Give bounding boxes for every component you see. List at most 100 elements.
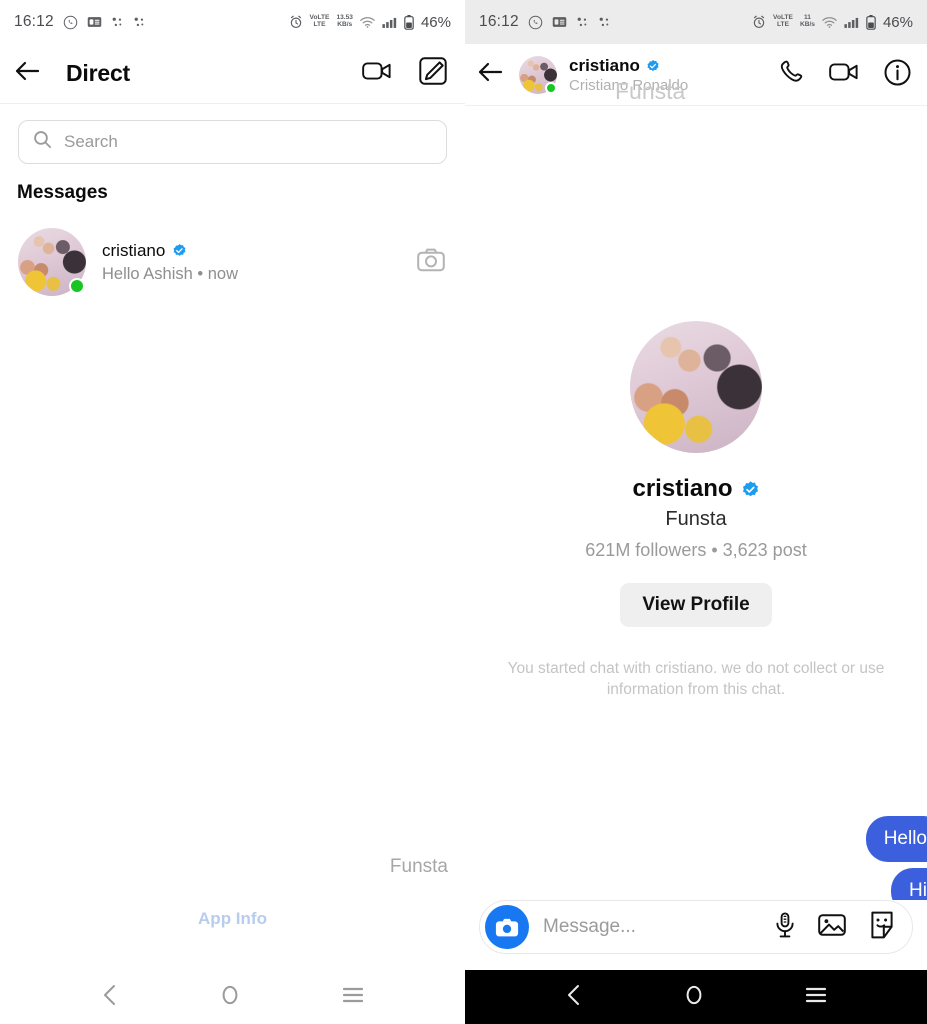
android-navigation-bar-right [465, 970, 927, 1024]
conversation-text: cristiano Hello Ashish • now [102, 241, 238, 284]
avatar[interactable] [630, 321, 762, 453]
image-gallery-icon[interactable] [818, 913, 846, 942]
nav-back-icon[interactable] [100, 983, 120, 1012]
microphone-icon[interactable] [774, 911, 796, 943]
composer-actions [774, 911, 896, 944]
online-status-dot [545, 81, 557, 94]
chat-thread-screen: 16:12 VoLTE LTE 11 KB/s 46% cristiano Cr… [465, 0, 927, 1024]
conversation-username: cristiano [102, 240, 166, 260]
search-container: Search [0, 104, 465, 164]
profile-username: cristiano [632, 475, 733, 502]
app-info-link[interactable]: App Info [0, 909, 465, 929]
nav-back-icon[interactable] [564, 983, 584, 1012]
battery-percent-label: 46% [882, 13, 913, 31]
search-placeholder: Search [64, 132, 118, 151]
conversation-snippet: Hello Ashish • now [102, 264, 239, 283]
phone-call-icon[interactable] [779, 59, 805, 90]
battery-percent-label: 46% [420, 13, 451, 31]
chat-header-name-row: cristiano [569, 56, 688, 76]
search-input[interactable]: Search [18, 120, 447, 164]
verified-badge-icon [742, 480, 758, 496]
back-arrow-icon [14, 60, 40, 87]
nav-home-icon[interactable] [683, 983, 705, 1012]
status-bar-left-group: 16:12 [14, 13, 146, 31]
signal-dots-icon [133, 16, 146, 29]
online-status-dot [69, 278, 85, 294]
chat-disclaimer: You started chat with cristiano. we do n… [507, 660, 885, 698]
network-speed-indicator: 13.53 KB/s [336, 14, 353, 28]
alarm-icon [289, 15, 303, 29]
sim-icon [87, 16, 102, 28]
volte-indicator: VoLTE LTE [309, 14, 330, 28]
profile-stats: 621M followers • 3,623 post [585, 540, 807, 560]
compose-pencil-icon[interactable] [419, 57, 447, 90]
status-bar-clock: 16:12 [479, 13, 519, 30]
message-composer[interactable]: Message... [479, 900, 913, 954]
verified-badge-icon [173, 244, 186, 256]
status-bar-right: 16:12 VoLTE LTE 11 KB/s 46% [465, 0, 927, 44]
message-bubble[interactable]: Hi [891, 868, 927, 900]
conversation-list: cristiano Hello Ashish • now [0, 204, 465, 304]
inbox-empty-area: Funsta App Info [0, 304, 465, 970]
chat-body: cristiano Funsta 621M followers • 3,623 … [465, 106, 927, 900]
android-navigation-bar-left [0, 970, 465, 1024]
chat-username: cristiano [569, 55, 640, 75]
camera-button-icon[interactable] [485, 905, 529, 949]
message-list: Hello Hi Hello Ashish [465, 816, 927, 900]
nav-home-icon[interactable] [219, 983, 241, 1012]
battery-icon [866, 14, 876, 30]
nav-recents-icon[interactable] [341, 985, 365, 1010]
message-row-outgoing: Hello [465, 816, 927, 862]
camera-icon[interactable] [417, 248, 445, 277]
profile-name-row: cristiano [632, 475, 759, 503]
avatar[interactable] [519, 55, 557, 94]
signal-dots-icon [598, 16, 611, 29]
message-input-placeholder[interactable]: Message... [543, 916, 636, 938]
video-camera-icon[interactable] [829, 60, 860, 89]
status-bar-left: 16:12 VoLTE LTE 13.53 KB/s 46% [0, 0, 465, 44]
nav-recents-icon[interactable] [804, 985, 828, 1010]
chat-profile-intro: cristiano Funsta 621M followers • 3,623 … [465, 321, 927, 701]
verified-badge-icon [647, 59, 659, 71]
video-camera-icon[interactable] [362, 59, 393, 88]
message-row-outgoing: Hi [465, 862, 927, 900]
whatsapp-icon [528, 15, 543, 30]
sticker-icon[interactable] [868, 911, 896, 944]
wifi-icon [822, 16, 837, 29]
direct-inbox-screen: 16:12 VoLTE LTE 13.53 KB/s 46% Direct Se… [0, 0, 465, 1024]
signal-dots-icon [111, 16, 124, 29]
cellular-signal-icon [382, 16, 397, 29]
battery-icon [404, 14, 414, 30]
back-arrow-icon [477, 61, 503, 88]
composer-container: Message... [465, 900, 927, 970]
list-item[interactable]: cristiano Hello Ashish • now [0, 220, 465, 304]
search-icon [33, 130, 52, 154]
sim-icon [552, 16, 567, 28]
messages-section-label: Messages [17, 182, 108, 203]
chat-header: cristiano Cristiano Ronaldo Funsta [465, 44, 927, 106]
page-title: Direct [66, 60, 130, 86]
signal-dots-icon [576, 16, 589, 29]
app-watermark: Funsta [389, 856, 448, 877]
volte-indicator: VoLTE LTE [773, 14, 793, 28]
status-bar-right-group: VoLTE LTE 11 KB/s 46% [752, 14, 913, 31]
message-bubble[interactable]: Hello [865, 816, 927, 862]
chat-header-actions [779, 59, 911, 91]
direct-header-actions [362, 57, 447, 90]
whatsapp-icon [63, 15, 78, 30]
avatar[interactable] [18, 228, 86, 296]
status-bar-left-group: 16:12 [479, 13, 611, 31]
profile-fullname: Funsta [665, 508, 727, 530]
app-watermark: Funsta [615, 78, 686, 104]
alarm-icon [752, 15, 766, 29]
info-circle-icon[interactable] [884, 59, 911, 91]
wifi-icon [360, 16, 375, 29]
avatar-image [630, 321, 762, 453]
status-bar-clock: 16:12 [14, 13, 54, 30]
direct-header: Direct [0, 44, 465, 104]
conversation-name-row: cristiano [102, 241, 238, 261]
back-button[interactable] [14, 60, 54, 87]
view-profile-button[interactable]: View Profile [620, 583, 772, 627]
network-speed-indicator: 11 KB/s [799, 14, 815, 28]
back-button[interactable] [477, 61, 519, 88]
